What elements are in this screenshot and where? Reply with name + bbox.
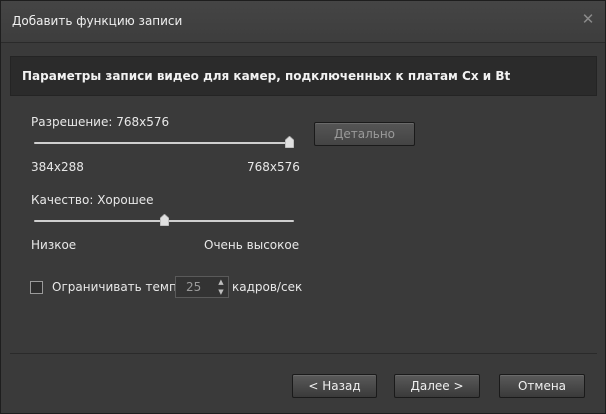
window-title: Добавить функцию записи: [12, 14, 183, 28]
quality-min-label: Низкое: [31, 238, 77, 252]
quality-label: Качество: Хорошее: [31, 193, 154, 207]
limit-fps-label: Ограничивать темп: [52, 280, 177, 294]
close-icon[interactable]: ✕: [580, 11, 596, 27]
resolution-min-label: 384x288: [31, 160, 84, 174]
limit-fps-checkbox[interactable]: [30, 281, 43, 294]
resolution-slider-track[interactable]: [34, 142, 294, 144]
resolution-slider[interactable]: [34, 136, 294, 150]
slider-thumb-icon[interactable]: [160, 214, 169, 226]
section-header: Параметры записи видео для камер, подклю…: [10, 56, 597, 96]
next-button[interactable]: Далее >: [394, 374, 480, 398]
arrow-down-icon[interactable]: ▼: [214, 287, 228, 297]
resolution-label: Разрешение: 768x576: [31, 115, 170, 129]
quality-slider[interactable]: [34, 214, 294, 228]
resolution-max-label: 768x576: [247, 160, 300, 174]
back-button[interactable]: < Назад: [292, 374, 377, 398]
fps-value[interactable]: 25: [186, 280, 201, 294]
fps-spinbox[interactable]: 25 ▲ ▼: [175, 276, 229, 298]
cancel-button[interactable]: Отмена: [499, 374, 585, 398]
quality-max-label: Очень высокое: [204, 238, 300, 252]
section-header-text: Параметры записи видео для камер, подклю…: [22, 69, 511, 83]
footer-divider: [10, 353, 597, 354]
fps-unit-label: кадров/сек: [232, 280, 303, 294]
slider-thumb-icon[interactable]: [285, 136, 294, 148]
title-bar: Добавить функцию записи ✕: [1, 1, 605, 43]
details-button[interactable]: Детально: [314, 122, 415, 146]
add-recording-function-dialog: Добавить функцию записи ✕ Параметры запи…: [0, 0, 606, 414]
arrow-up-icon[interactable]: ▲: [214, 277, 228, 287]
